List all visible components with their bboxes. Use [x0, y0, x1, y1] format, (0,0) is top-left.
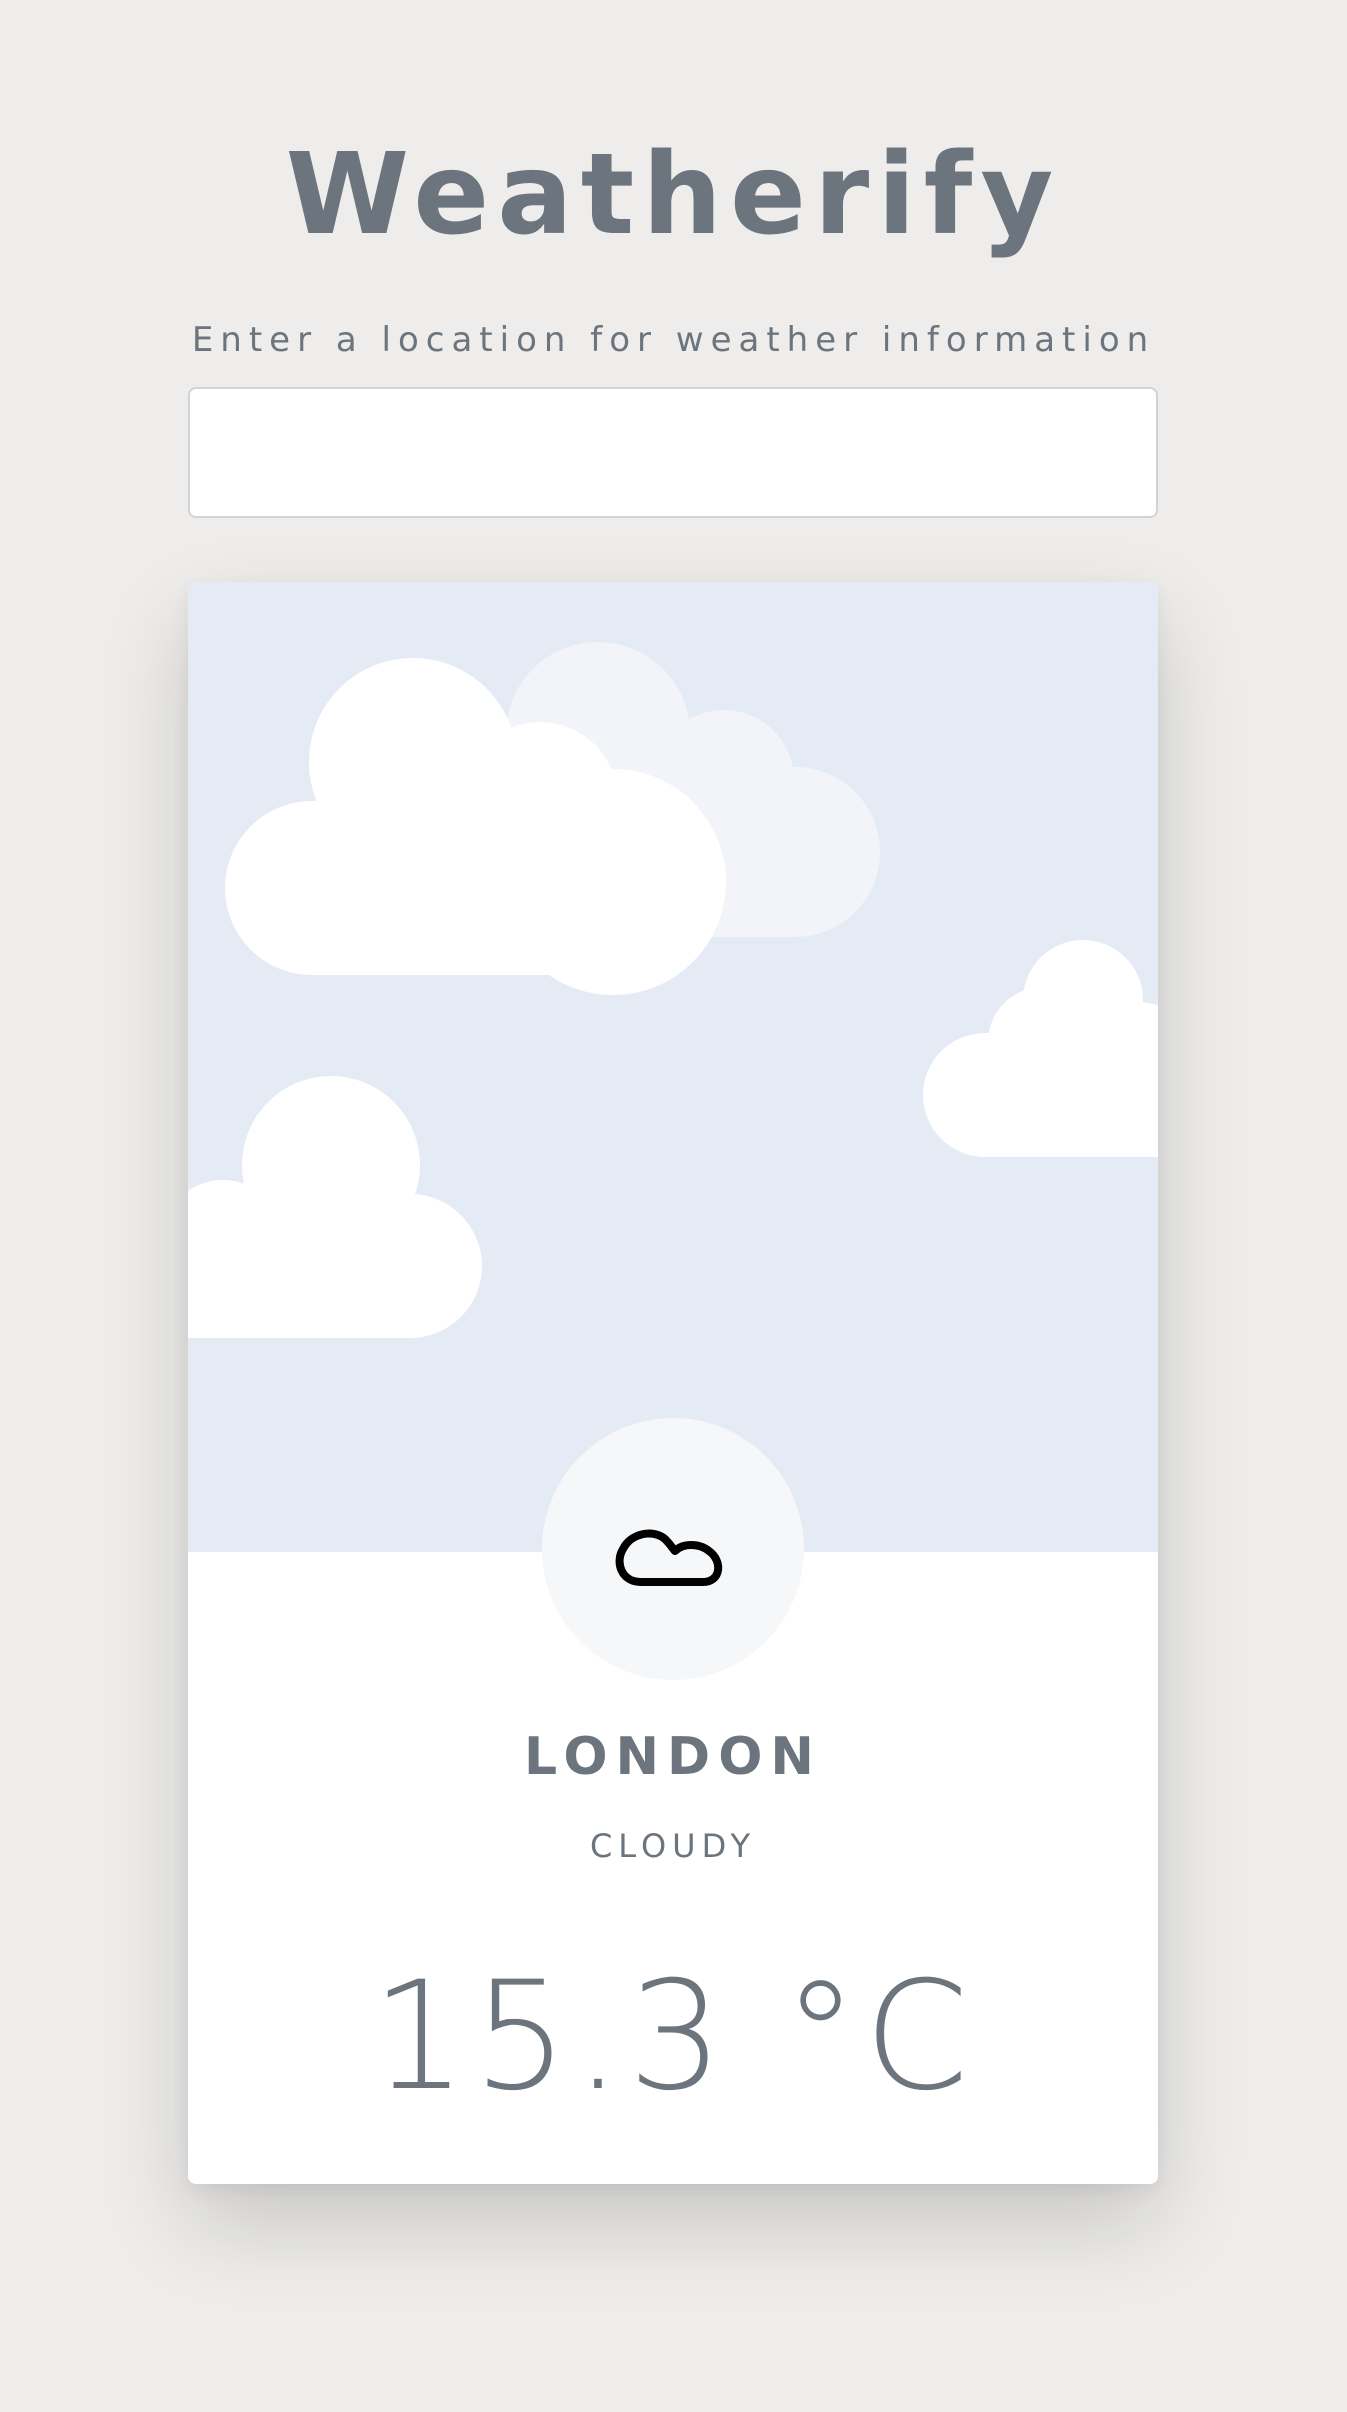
cloud-icon	[615, 1529, 722, 1586]
city-name: LONDON	[524, 1727, 822, 1787]
weather-card: LONDON CLOUDY 15.3 °C	[188, 582, 1158, 2184]
weather-condition: CLOUDY	[589, 1827, 757, 1865]
clouds-illustration	[188, 642, 1158, 1338]
location-search-input[interactable]	[188, 387, 1158, 518]
sky-illustration	[188, 582, 1158, 1552]
app-title: Weatherify	[285, 130, 1062, 260]
weatherify-page: Weatherify Enter a location for weather …	[0, 0, 1347, 2412]
temperature-value: 15.3 °C	[371, 1950, 975, 2124]
weather-icon-badge	[542, 1418, 804, 1680]
small-right-cloud	[923, 940, 1158, 1157]
lower-left-cloud	[188, 1076, 482, 1338]
location-prompt: Enter a location for weather information	[191, 320, 1156, 360]
